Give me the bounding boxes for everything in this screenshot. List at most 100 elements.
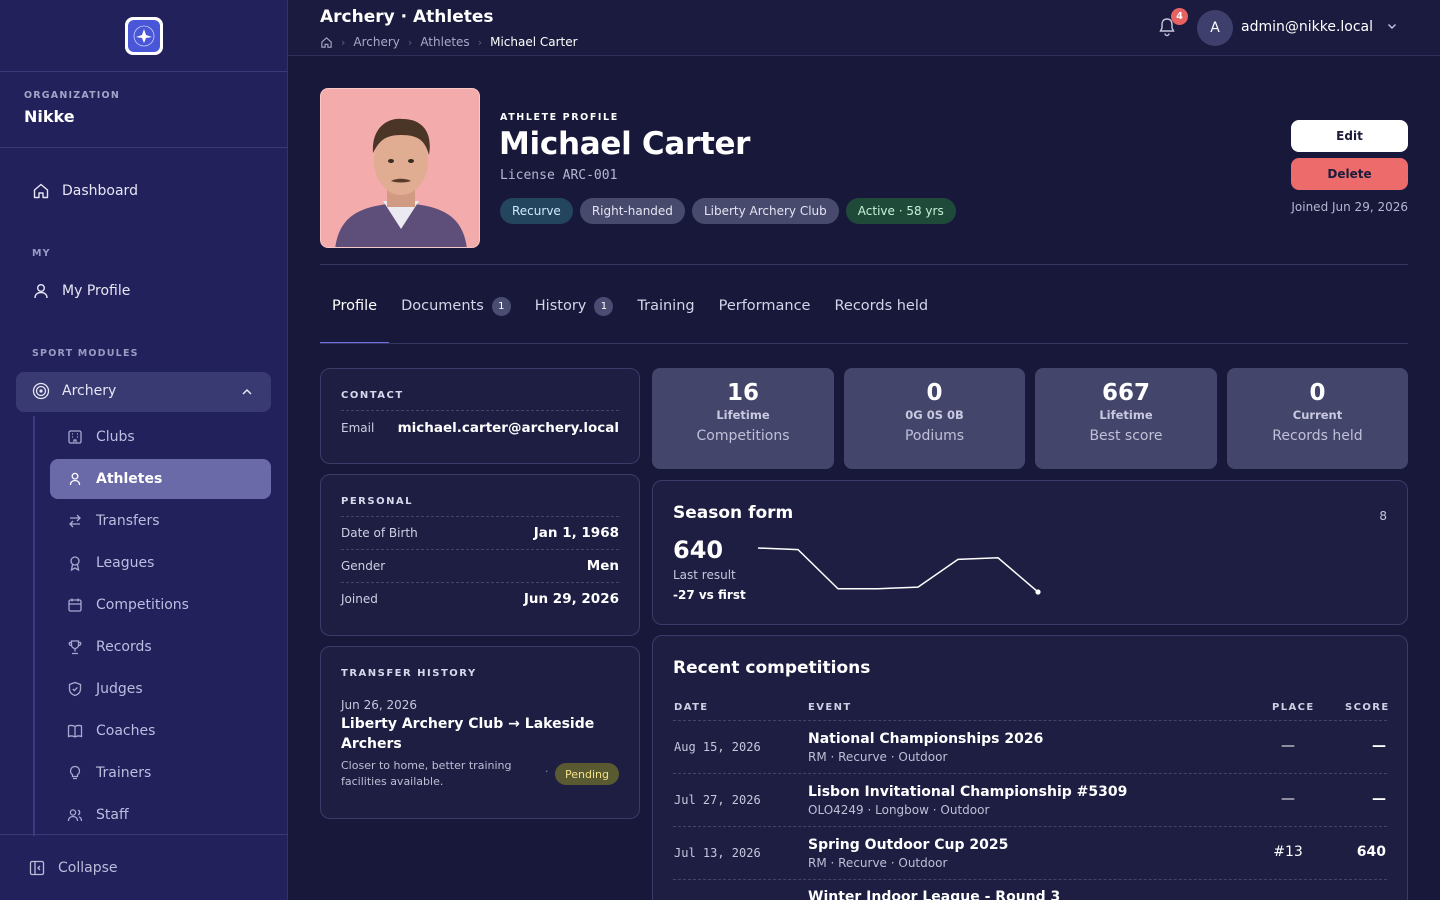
tab-label: Profile [332, 298, 378, 314]
stat-value: 0 [1309, 380, 1326, 406]
row-place: #13 [1273, 844, 1303, 860]
sidebar-item-label: Trainers [96, 765, 152, 781]
building-icon [68, 430, 82, 444]
column-header-place: PLACE [1272, 702, 1315, 713]
sidebar-item-label: Dashboard [62, 183, 138, 199]
email-label: Email [341, 420, 375, 435]
tab-label: Training [637, 298, 695, 314]
tab-count-badge: 1 [594, 297, 614, 316]
section-my: MY [32, 248, 51, 259]
stat-podiums: 0 0G 0S 0B Podiums [844, 368, 1025, 469]
column-header-event: EVENT [808, 702, 852, 713]
sidebar-item-label: Archery [62, 383, 117, 399]
sidebar-item-trainers[interactable]: Trainers [50, 753, 271, 793]
row-score: 640 [1356, 844, 1386, 860]
breadcrumb-athletes[interactable]: Athletes [420, 35, 469, 49]
chevron-down-icon[interactable] [1386, 20, 1398, 32]
joined-date: Joined Jun 29, 2026 [1291, 200, 1408, 214]
gender-value: Men [586, 558, 619, 574]
table-row[interactable]: Winter Indoor League - Round 3 [673, 879, 1387, 900]
delta-vs-first: -27 vs first [673, 588, 746, 602]
stat-label: Competitions [696, 428, 790, 444]
season-form-title: Season form [673, 503, 794, 523]
target-icon [32, 382, 50, 400]
edit-button[interactable]: Edit [1291, 120, 1408, 152]
trophy-icon [68, 640, 82, 655]
sidebar-item-judges[interactable]: Judges [50, 669, 271, 709]
sidebar-item-label: Transfers [96, 513, 160, 529]
row-event: Lisbon Invitational Championship #5309 [808, 784, 1128, 800]
transfer-history-card: TRANSFER HISTORY Jun 26, 2026 Liberty Ar… [320, 646, 640, 819]
logo-area [0, 0, 287, 72]
tab-profile[interactable]: Profile [320, 298, 390, 344]
stat-label: Records held [1272, 428, 1363, 444]
sidebar-item-leagues[interactable]: Leagues [50, 543, 271, 583]
tab-training[interactable]: Training [625, 298, 706, 344]
award-icon [70, 556, 80, 572]
sidebar-item-archery[interactable]: Archery [16, 372, 271, 412]
calendar-icon [68, 598, 82, 612]
season-form-card: Season form 8 640 Last result -27 vs fir… [652, 480, 1408, 625]
tag-club: Liberty Archery Club [691, 198, 839, 224]
tab-bar: Profile Documents 1 History 1 Training Per… [320, 297, 940, 344]
email-value[interactable]: michael.carter@archery.local [398, 420, 619, 436]
tab-performance[interactable]: Performance [707, 298, 823, 344]
stat-competitions: 16 Lifetime Competitions [652, 368, 834, 469]
row-place: — [1281, 738, 1295, 754]
stat-sublabel: Lifetime [1099, 408, 1153, 422]
athlete-name: Michael Carter [499, 126, 751, 162]
tab-history[interactable]: History 1 [523, 297, 626, 344]
sidebar-item-label: Judges [96, 681, 143, 697]
profile-kicker: ATHLETE PROFILE [500, 112, 619, 123]
sidebar-item-athletes[interactable]: Athletes [50, 459, 271, 499]
home-icon[interactable] [320, 36, 333, 49]
tab-label: Performance [718, 298, 811, 314]
row-event: National Championships 2026 [808, 731, 1044, 747]
transfer-date: Jun 26, 2026 [341, 698, 418, 712]
sidebar-item-my-profile[interactable]: My Profile [32, 282, 130, 300]
row-date: Aug 15, 2026 [674, 740, 761, 754]
stat-records-held: 0 Current Records held [1227, 368, 1408, 469]
last-result-label: Last result [673, 568, 736, 582]
row-place: — [1281, 791, 1295, 807]
joined-value: Jun 29, 2026 [523, 591, 619, 607]
tab-documents[interactable]: Documents 1 [389, 297, 523, 344]
breadcrumb-archery[interactable]: Archery [353, 35, 400, 49]
sidebar-item-clubs[interactable]: Clubs [50, 417, 271, 457]
app-logo[interactable] [124, 16, 163, 55]
sidebar-item-competitions[interactable]: Competitions [50, 585, 271, 625]
sidebar-item-transfers[interactable]: Transfers [50, 501, 271, 541]
delete-button[interactable]: Delete [1291, 158, 1408, 190]
sidebar-item-label: Leagues [96, 555, 155, 571]
contact-heading: CONTACT [341, 390, 404, 401]
sidebar-item-records[interactable]: Records [50, 627, 271, 667]
tab-records-held[interactable]: Records held [822, 298, 940, 344]
table-row[interactable]: Jul 13, 2026 Spring Outdoor Cup 2025 RM … [673, 826, 1387, 879]
table-row[interactable]: Aug 15, 2026 National Championships 2026… [673, 720, 1387, 773]
sidebar-item-label: Staff [96, 807, 129, 823]
row-score: — [1372, 791, 1386, 807]
organization: ORGANIZATION Nikke [0, 72, 287, 148]
athlete-photo [320, 88, 480, 248]
tab-label: Documents [401, 298, 484, 314]
collapse-button[interactable]: Collapse [0, 834, 288, 900]
column-header-date: DATE [674, 702, 709, 713]
row-event: Winter Indoor League - Round 3 [808, 889, 1061, 900]
table-row[interactable]: Jul 27, 2026 Lisbon Invitational Champio… [673, 773, 1387, 826]
user-icon [34, 284, 48, 299]
sidebar-item-label: Coaches [96, 723, 156, 739]
status-badge: Pending [555, 763, 619, 785]
stat-value: 0 [926, 380, 943, 406]
sidebar-item-staff[interactable]: Staff [50, 795, 271, 835]
chevron-right-icon: › [341, 35, 346, 49]
stat-label: Podiums [904, 428, 965, 444]
breadcrumb-current: Michael Carter [490, 35, 578, 49]
shield-icon [68, 681, 82, 697]
stat-label: Best score [1089, 428, 1163, 444]
stat-sublabel: 0G 0S 0B [905, 408, 964, 422]
sidebar-item-coaches[interactable]: Coaches [50, 711, 271, 751]
sidebar-item-dashboard[interactable]: Dashboard [32, 182, 138, 200]
user-email[interactable]: admin@nikke.local [1241, 19, 1373, 35]
avatar[interactable]: A [1197, 10, 1233, 46]
divider [320, 343, 1408, 344]
